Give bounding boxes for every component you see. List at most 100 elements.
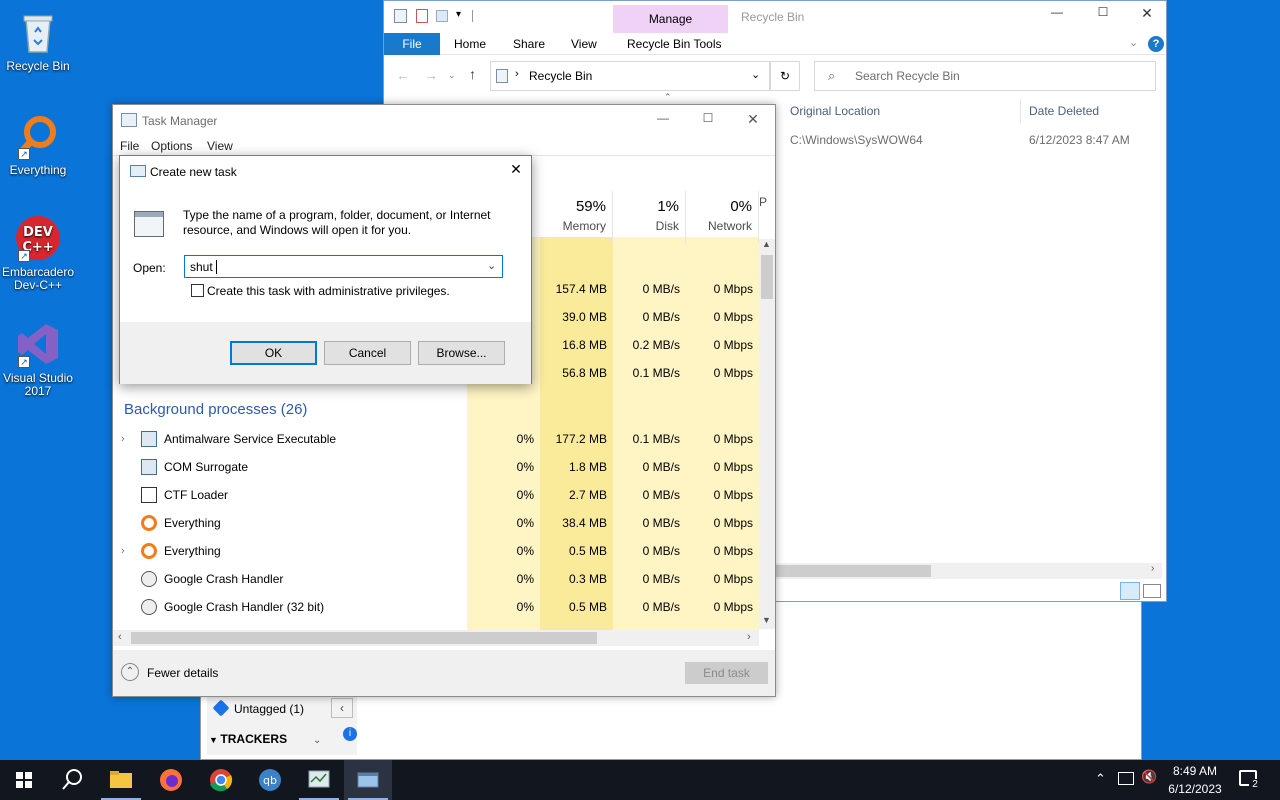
run-icon xyxy=(130,165,146,177)
large-icons-view-button[interactable] xyxy=(1143,584,1161,598)
show-hidden-icons-icon[interactable]: ⌃ xyxy=(1095,771,1106,787)
window-app-icon xyxy=(141,459,157,475)
table-row[interactable]: Google Crash Handler 0% 0.3 MB 0 MB/s 0 … xyxy=(113,565,757,593)
minimize-button[interactable]: — xyxy=(1034,5,1080,29)
column-power[interactable]: P xyxy=(759,191,775,243)
column-date-deleted[interactable]: Date Deleted xyxy=(1029,104,1099,118)
table-row[interactable]: COM Surrogate 0% 1.8 MB 0 MB/s 0 Mbps xyxy=(113,453,757,481)
maximize-button[interactable]: ☐ xyxy=(688,111,728,125)
tab-share[interactable]: Share xyxy=(513,33,545,55)
scroll-up-icon[interactable]: ▲ xyxy=(762,239,771,249)
tab-view[interactable]: View xyxy=(571,33,597,55)
minimize-button[interactable]: — xyxy=(643,111,683,125)
column-disk[interactable]: 1% Disk xyxy=(613,191,686,243)
breadcrumb[interactable]: Recycle Bin xyxy=(529,69,592,83)
recent-locations-icon[interactable]: ⌄ xyxy=(448,70,456,81)
untagged-item[interactable]: Untagged (1) xyxy=(234,702,304,716)
info-icon[interactable]: i xyxy=(343,727,357,741)
chevron-down-icon[interactable]: ⌄ xyxy=(487,259,496,272)
back-arrow-icon[interactable]: ← xyxy=(396,67,410,83)
table-row[interactable]: Google Crash Handler (32 bit) 0% 0.5 MB … xyxy=(113,593,757,621)
item-original-location[interactable]: C:\Windows\SysWOW64 xyxy=(790,133,923,147)
taskbar-chrome[interactable] xyxy=(197,760,245,800)
trackers-heading[interactable]: ▼ TRACKERS xyxy=(209,732,287,746)
address-dropdown-icon[interactable]: ⌄ xyxy=(751,68,760,81)
menu-options[interactable]: Options xyxy=(151,139,192,153)
table-row[interactable]: › Antimalware Service Executable 0% 177.… xyxy=(113,425,757,453)
customize-toolbar-icon[interactable]: ▾ xyxy=(456,9,461,20)
address-bar[interactable]: › Recycle Bin ⌄ xyxy=(490,61,770,91)
menu-file[interactable]: File xyxy=(120,139,139,153)
help-icon[interactable]: ? xyxy=(1148,36,1164,52)
vertical-scrollbar[interactable]: ▲ ▼ xyxy=(759,239,775,629)
table-row[interactable]: › Everything 0% 0.5 MB 0 MB/s 0 Mbps xyxy=(113,537,757,565)
horizontal-scrollbar[interactable]: › xyxy=(776,563,1162,579)
volume-muted-icon[interactable]: 🔇 xyxy=(1141,769,1157,785)
taskbar-file-explorer[interactable] xyxy=(97,760,145,800)
disk-label: Disk xyxy=(655,219,679,233)
maximize-button[interactable]: ☐ xyxy=(1080,5,1126,29)
scroll-thumb[interactable] xyxy=(761,255,773,299)
close-button[interactable]: ✕ xyxy=(733,111,773,128)
tab-home[interactable]: Home xyxy=(454,33,486,55)
properties-icon[interactable] xyxy=(416,9,428,23)
close-button[interactable]: ✕ xyxy=(1126,5,1168,29)
open-combobox[interactable]: shut ⌄ xyxy=(184,255,503,278)
desktop-icon-visual-studio[interactable]: ↗ Visual Studio 2017 xyxy=(0,320,76,398)
taskbar-firefox[interactable] xyxy=(147,760,195,800)
fewer-details-link[interactable]: Fewer details xyxy=(147,666,218,680)
end-task-button[interactable]: End task xyxy=(685,662,768,684)
desktop-icon-everything[interactable]: ↗ Everything xyxy=(0,112,76,177)
tab-recycle-bin-tools[interactable]: Recycle Bin Tools xyxy=(627,33,722,55)
clock-date[interactable]: 6/12/2023 xyxy=(1160,782,1230,796)
scroll-thumb[interactable] xyxy=(776,565,931,577)
item-date-deleted[interactable]: 6/12/2023 8:47 AM xyxy=(1029,133,1130,147)
disk-cell: 0.1 MB/s xyxy=(632,366,680,380)
scroll-down-icon[interactable]: ▼ xyxy=(762,615,771,625)
search-button[interactable] xyxy=(48,760,96,800)
desktop-icon-devcpp[interactable]: DEV C++ ↗ Embarcadero Dev-C++ xyxy=(0,214,76,292)
browse-button[interactable]: Browse... xyxy=(418,341,505,365)
memory-cell: 2.7 MB xyxy=(568,488,607,502)
network-icon[interactable] xyxy=(1118,772,1134,785)
scroll-left-icon[interactable]: ‹ xyxy=(118,631,122,643)
expand-chevron-icon[interactable]: › xyxy=(121,425,125,453)
chevron-down-icon[interactable]: ⌄ xyxy=(313,735,321,746)
taskbar-qbittorrent[interactable]: qb xyxy=(246,760,294,800)
clock-time[interactable]: 8:49 AM xyxy=(1160,764,1230,778)
manage-contextual-tab[interactable]: Manage xyxy=(613,5,728,33)
horizontal-scrollbar[interactable]: ‹ › xyxy=(113,630,759,646)
cancel-button[interactable]: Cancel xyxy=(324,341,411,365)
column-original-location[interactable]: Original Location xyxy=(790,104,880,118)
collapse-button[interactable]: ‹ xyxy=(331,698,353,718)
magnifier-icon: ↗ xyxy=(14,112,62,160)
new-folder-icon[interactable] xyxy=(436,10,448,22)
forward-arrow-icon[interactable]: → xyxy=(424,67,438,83)
taskbar-run-dialog[interactable] xyxy=(344,760,392,800)
start-button[interactable] xyxy=(0,760,48,800)
ok-button[interactable]: OK xyxy=(230,341,317,365)
expand-chevron-icon[interactable]: › xyxy=(121,537,125,565)
column-memory[interactable]: 59% Memory xyxy=(540,191,613,243)
admin-checkbox[interactable] xyxy=(191,284,204,297)
ribbon-expand-icon[interactable]: ⌄ xyxy=(1129,36,1138,49)
table-row[interactable]: Everything 0% 38.4 MB 0 MB/s 0 Mbps xyxy=(113,509,757,537)
menu-view[interactable]: View xyxy=(207,139,233,153)
scroll-right-icon[interactable]: › xyxy=(1151,563,1154,574)
table-row[interactable]: CTF Loader 0% 2.7 MB 0 MB/s 0 Mbps xyxy=(113,481,757,509)
admin-checkbox-label[interactable]: Create this task with administrative pri… xyxy=(207,284,450,298)
tab-file[interactable]: File xyxy=(384,33,440,55)
open-input-value[interactable]: shut xyxy=(190,260,213,274)
column-network[interactable]: 0% Network xyxy=(686,191,759,243)
scroll-right-icon[interactable]: › xyxy=(747,631,751,643)
desktop-icon-recycle-bin[interactable]: Recycle Bin xyxy=(0,8,76,73)
refresh-button[interactable]: ↻ xyxy=(770,61,800,91)
scroll-thumb[interactable] xyxy=(131,632,597,644)
taskbar-task-manager[interactable] xyxy=(295,760,343,800)
chevron-up-circle-icon[interactable]: ⌃ xyxy=(121,663,139,681)
close-button[interactable]: ✕ xyxy=(502,161,530,178)
search-input[interactable]: Search Recycle Bin xyxy=(814,61,1156,91)
magnifier-icon xyxy=(141,515,157,531)
up-arrow-icon[interactable]: ↑ xyxy=(469,66,476,82)
details-view-button[interactable] xyxy=(1120,582,1140,600)
